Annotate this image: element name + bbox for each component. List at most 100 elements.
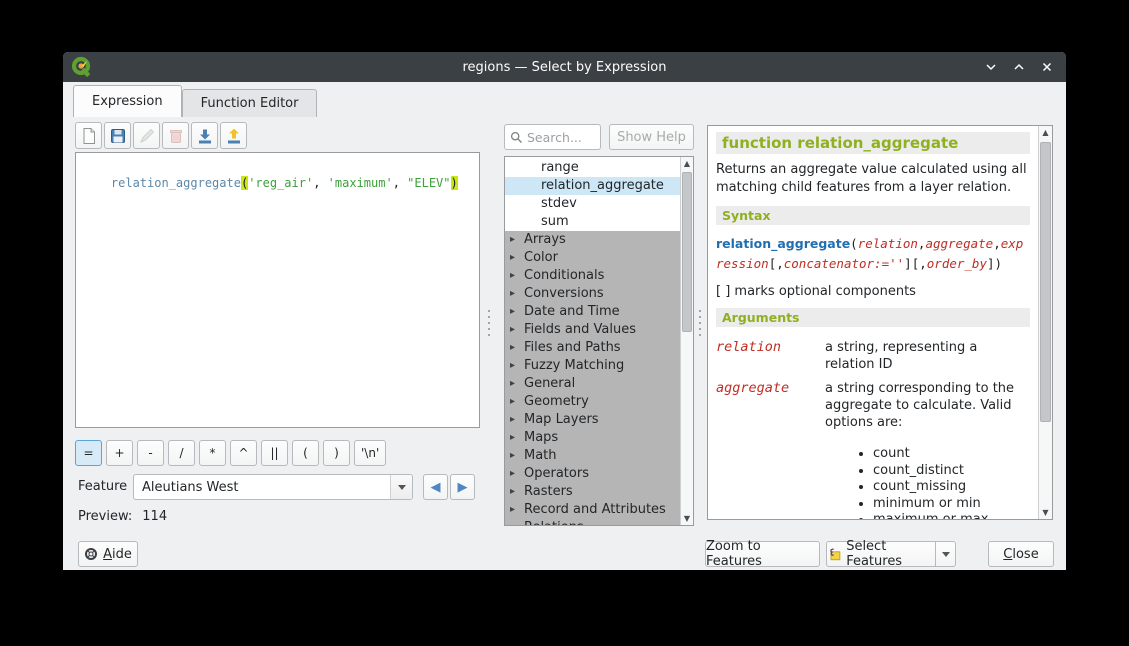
new-expression-button[interactable] bbox=[75, 122, 102, 149]
operator-button[interactable]: || bbox=[261, 440, 288, 466]
operator-button[interactable]: ^ bbox=[230, 440, 257, 466]
splitter-handle-left[interactable] bbox=[487, 310, 491, 336]
function-list-item[interactable]: ▸Record and Attributes bbox=[505, 501, 680, 519]
scroll-up-icon[interactable]: ▲ bbox=[1039, 126, 1052, 139]
function-list-item[interactable]: ▸Operators bbox=[505, 465, 680, 483]
function-list-item[interactable]: stdev bbox=[505, 195, 680, 213]
zoom-to-features-button[interactable]: Zoom to Features bbox=[705, 541, 820, 567]
help-scrollbar[interactable]: ▲ ▼ bbox=[1038, 126, 1052, 519]
import-expression-button[interactable] bbox=[191, 122, 218, 149]
zoom-to-features-label: Zoom to Features bbox=[706, 539, 819, 569]
expression-code: relation_aggregate('reg_air', 'maximum',… bbox=[111, 176, 458, 190]
function-list-item[interactable]: ▸ Rasters bbox=[505, 483, 680, 501]
code-token: ][ bbox=[904, 256, 919, 271]
scrollbar-thumb[interactable] bbox=[682, 172, 692, 332]
argument-description: a string corresponding to the aggregate … bbox=[825, 380, 1030, 519]
help-button[interactable]: Aide bbox=[78, 541, 138, 567]
feature-label: Feature bbox=[78, 479, 127, 494]
qgis-logo-icon bbox=[71, 56, 93, 78]
tab-function-editor[interactable]: Function Editor bbox=[182, 89, 318, 117]
select-features-dropdown-button[interactable] bbox=[935, 541, 956, 567]
operator-button[interactable]: '\n' bbox=[354, 440, 386, 466]
function-list-item-label: Conversions bbox=[524, 286, 604, 301]
function-list-item-label: Rasters bbox=[524, 484, 573, 499]
expand-triangle-icon[interactable]: ▸ bbox=[510, 501, 515, 519]
splitter-handle-right[interactable] bbox=[698, 310, 702, 336]
feature-combobox-arrow[interactable] bbox=[390, 475, 412, 499]
operator-button[interactable]: / bbox=[168, 440, 195, 466]
operator-button[interactable]: ) bbox=[323, 440, 350, 466]
function-list-scrollbar[interactable]: ▲ ▼ bbox=[680, 157, 693, 525]
help-arguments-grid: relationa string, representing a relatio… bbox=[716, 339, 1030, 519]
save-expression-button[interactable] bbox=[104, 122, 131, 149]
expand-triangle-icon[interactable]: ▸ bbox=[510, 429, 515, 447]
function-list-item[interactable]: ▸ General bbox=[505, 375, 680, 393]
previous-feature-button[interactable]: ◀ bbox=[423, 474, 448, 500]
expand-triangle-icon[interactable]: ▸ bbox=[510, 483, 515, 501]
expand-triangle-icon[interactable]: ▸ bbox=[510, 339, 515, 357]
function-list-item-label: Fuzzy Matching bbox=[524, 358, 624, 373]
delete-expression-button[interactable] bbox=[162, 122, 189, 149]
function-list-item[interactable]: ▸ Math bbox=[505, 447, 680, 465]
export-expression-button[interactable] bbox=[220, 122, 247, 149]
scroll-down-icon[interactable]: ▼ bbox=[681, 512, 693, 525]
next-feature-button[interactable]: ▶ bbox=[450, 474, 475, 500]
function-list-item[interactable]: ▸Date and Time bbox=[505, 303, 680, 321]
function-list-item[interactable]: ▸Geometry bbox=[505, 393, 680, 411]
operator-button[interactable]: * bbox=[199, 440, 226, 466]
function-list-item-label: Math bbox=[524, 448, 557, 463]
expand-triangle-icon[interactable]: ▸ bbox=[510, 465, 515, 483]
operator-button[interactable]: - bbox=[137, 440, 164, 466]
function-list-item[interactable]: ▸ Fuzzy Matching bbox=[505, 357, 680, 375]
operator-button[interactable]: = bbox=[75, 440, 102, 466]
expand-triangle-icon[interactable]: ▸ bbox=[510, 231, 515, 249]
function-list-item[interactable]: range bbox=[505, 159, 680, 177]
close-button[interactable]: Close bbox=[988, 541, 1054, 567]
expand-triangle-icon[interactable]: ▸ bbox=[510, 285, 515, 303]
function-list-item[interactable]: relation_aggregate bbox=[505, 177, 680, 195]
life-buoy-icon bbox=[84, 547, 98, 561]
show-help-button[interactable]: Show Help bbox=[609, 124, 694, 150]
function-list-item[interactable]: ▸Relations bbox=[505, 519, 680, 526]
tab-expression[interactable]: Expression bbox=[73, 85, 182, 117]
select-features-button[interactable]: Select Features bbox=[826, 541, 936, 567]
close-window-button[interactable] bbox=[1038, 58, 1056, 76]
expand-triangle-icon[interactable]: ▸ bbox=[510, 519, 515, 526]
expand-triangle-icon[interactable]: ▸ bbox=[510, 249, 515, 267]
scroll-up-icon[interactable]: ▲ bbox=[681, 157, 693, 170]
function-list-item[interactable]: ▸Arrays bbox=[505, 231, 680, 249]
expand-triangle-icon[interactable]: ▸ bbox=[510, 303, 515, 321]
help-syntax-heading: Syntax bbox=[716, 206, 1030, 225]
expand-triangle-icon[interactable]: ▸ bbox=[510, 375, 515, 393]
minimize-button[interactable] bbox=[982, 58, 1000, 76]
function-list-item[interactable]: sum bbox=[505, 213, 680, 231]
expand-triangle-icon[interactable]: ▸ bbox=[510, 321, 515, 339]
function-list-item-label: General bbox=[524, 376, 575, 391]
operator-button[interactable]: ( bbox=[292, 440, 319, 466]
expand-triangle-icon[interactable]: ▸ bbox=[510, 411, 515, 429]
search-input[interactable] bbox=[527, 130, 597, 145]
feature-combobox[interactable]: Aleutians West bbox=[133, 474, 413, 500]
maximize-button[interactable] bbox=[1010, 58, 1028, 76]
function-list-item-label: relation_aggregate bbox=[541, 178, 664, 193]
code-token: aggregate bbox=[925, 236, 993, 251]
function-list-item[interactable]: ▸Maps bbox=[505, 429, 680, 447]
expand-triangle-icon[interactable]: ▸ bbox=[510, 393, 515, 411]
expression-editor[interactable]: relation_aggregate('reg_air', 'maximum',… bbox=[75, 152, 480, 428]
scroll-down-icon[interactable]: ▼ bbox=[1039, 506, 1052, 519]
expand-triangle-icon[interactable]: ▸ bbox=[510, 447, 515, 465]
help-description: Returns an aggregate value calculated us… bbox=[716, 161, 1030, 197]
function-list-item[interactable]: ▸Files and Paths bbox=[505, 339, 680, 357]
operator-button[interactable]: + bbox=[106, 440, 133, 466]
function-list-item[interactable]: ▸ Conversions bbox=[505, 285, 680, 303]
function-list-item[interactable]: ▸Color bbox=[505, 249, 680, 267]
expand-triangle-icon[interactable]: ▸ bbox=[510, 267, 515, 285]
function-list-item[interactable]: ▸ Conditionals bbox=[505, 267, 680, 285]
scrollbar-thumb[interactable] bbox=[1040, 142, 1051, 422]
expand-triangle-icon[interactable]: ▸ bbox=[510, 357, 515, 375]
function-list-item[interactable]: ▸Map Layers bbox=[505, 411, 680, 429]
function-list-item[interactable]: ▸Fields and Values bbox=[505, 321, 680, 339]
edit-expression-button[interactable] bbox=[133, 122, 160, 149]
function-list-item-label: Conditionals bbox=[524, 268, 604, 283]
code-token: relation_aggregate bbox=[111, 176, 241, 190]
